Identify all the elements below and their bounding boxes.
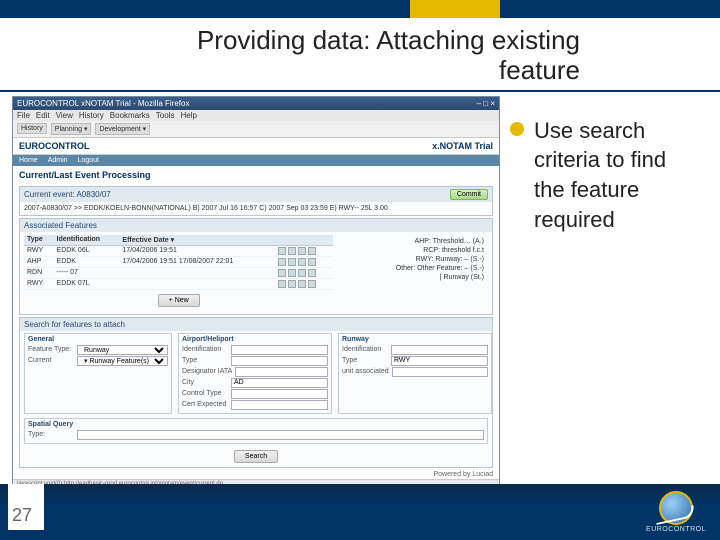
slide-title-area: Providing data: Attaching existing featu…	[0, 18, 720, 90]
bullet-item: Use search criteria to find the feature …	[510, 116, 702, 235]
search-airport: Airport/Heliport Identification Type Des…	[178, 333, 332, 414]
commit-button[interactable]: Commit	[450, 189, 488, 200]
menu-edit[interactable]: Edit	[36, 111, 50, 120]
app-trial-label: x.NOTAM Trial	[432, 141, 493, 151]
app-nav: Home Admin Logout	[13, 155, 499, 166]
browser-menu: File Edit View History Bookmarks Tools H…	[13, 110, 499, 121]
app-header: EUROCONTROL x.NOTAM Trial	[13, 138, 499, 155]
airport-ctrl-input[interactable]	[231, 389, 328, 399]
menu-file[interactable]: File	[17, 111, 30, 120]
toolbar-planning[interactable]: Planning ▾	[51, 123, 92, 135]
search-general: General Feature Type:Runway Current▾ Run…	[24, 333, 172, 414]
bullet-text: Use search criteria to find the feature …	[534, 116, 702, 235]
col-actions	[275, 235, 334, 246]
eurocontrol-logo: EUROCONTROL	[646, 491, 706, 533]
content-row: EUROCONTROL xNOTAM Trial - Mozilla Firef…	[0, 92, 720, 472]
search-spatial: Spatial Query Type:	[24, 418, 488, 444]
gold-accent	[410, 0, 500, 18]
current-event-head: Current event: A0830/07 Commit	[20, 187, 492, 202]
table-row: AHPEDDK17/04/2006 19:51 17/08/2007 22:01	[24, 256, 333, 267]
airport-desig-input[interactable]	[235, 367, 328, 377]
menu-history[interactable]: History	[79, 111, 104, 120]
search-runway: Runway Identification Type unit associat…	[338, 333, 492, 414]
browser-window: EUROCONTROL xNOTAM Trial - Mozilla Firef…	[12, 96, 500, 489]
toolbar-development[interactable]: Development ▾	[95, 123, 150, 135]
top-color-bar	[0, 0, 720, 18]
slide-footer: EUROCONTROL	[0, 484, 720, 540]
row-actions[interactable]	[278, 258, 331, 266]
browser-titlebar: EUROCONTROL xNOTAM Trial - Mozilla Firef…	[13, 97, 499, 110]
col-ident[interactable]: Identification	[54, 235, 120, 246]
search-grid: General Feature Type:Runway Current▾ Run…	[20, 331, 492, 416]
airport-cert-input[interactable]	[231, 400, 328, 410]
new-button[interactable]: + New	[158, 294, 200, 307]
col-eff[interactable]: Effective Date ▾	[119, 235, 274, 246]
feature-tree: AHP: Threshold… (A.) RCP: threshold f.c.…	[339, 235, 488, 311]
screenshot-column: EUROCONTROL xNOTAM Trial - Mozilla Firef…	[0, 92, 500, 472]
bullet-icon	[510, 122, 524, 136]
bullet-column: Use search criteria to find the feature …	[500, 92, 720, 472]
col-type[interactable]: Type	[24, 235, 54, 246]
search-head: Search for features to attach	[24, 320, 125, 329]
row-actions[interactable]	[278, 280, 331, 288]
associated-features-panel: Associated Features Type Identification …	[19, 218, 493, 315]
runway-assoc-input[interactable]	[392, 367, 488, 377]
current-event-title: Current event: A0830/07	[24, 190, 111, 199]
menu-view[interactable]: View	[56, 111, 73, 120]
runway-ident-input[interactable]	[391, 345, 488, 355]
table-row: RDN----- 07	[24, 267, 333, 278]
table-row: RWYEDDK 06L17/04/2006 19:51	[24, 245, 333, 256]
window-title: EUROCONTROL xNOTAM Trial - Mozilla Firef…	[17, 99, 189, 108]
table-row: RWYEDDK 07L	[24, 278, 333, 289]
slide-title: Providing data: Attaching existing featu…	[150, 26, 700, 86]
page-number: 27	[8, 484, 44, 530]
airport-ident-input[interactable]	[231, 345, 328, 355]
airport-city-input[interactable]	[231, 378, 328, 388]
current-event-panel: Current event: A0830/07 Commit 2007-A083…	[19, 186, 493, 216]
nav-home[interactable]: Home	[19, 157, 38, 164]
search-panel: Search for features to attach General Fe…	[19, 317, 493, 468]
window-controls[interactable]: – □ ×	[477, 99, 495, 108]
toolbar-history[interactable]: History	[17, 123, 47, 134]
menu-help[interactable]: Help	[180, 111, 196, 120]
menu-tools[interactable]: Tools	[156, 111, 175, 120]
browser-toolbar: History Planning ▾ Development ▾	[13, 121, 499, 138]
row-actions[interactable]	[278, 247, 331, 255]
nav-logout[interactable]: Logout	[78, 157, 99, 164]
search-button[interactable]: Search	[234, 450, 278, 463]
row-actions[interactable]	[278, 269, 331, 277]
menu-bookmarks[interactable]: Bookmarks	[110, 111, 150, 120]
app-logo: EUROCONTROL	[19, 141, 90, 151]
spatial-type-input[interactable]	[77, 430, 484, 440]
airport-type-input[interactable]	[231, 356, 328, 366]
nav-admin[interactable]: Admin	[48, 157, 68, 164]
assoc-head: Associated Features	[24, 221, 97, 230]
feature-type-select[interactable]: Runway	[77, 345, 168, 355]
current-select[interactable]: ▾ Runway Feature(s)	[77, 356, 168, 366]
current-event-line: 2007-A0830/07 >> EDDK/KOELN-BONN(NATIONA…	[20, 202, 492, 215]
table-header-row: Type Identification Effective Date ▾	[24, 235, 333, 246]
section-title: Current/Last Event Processing	[13, 166, 499, 184]
powered-by: Powered by Luciad	[13, 470, 499, 479]
features-table: Type Identification Effective Date ▾ RWY…	[24, 235, 333, 290]
runway-type-input[interactable]	[391, 356, 488, 366]
